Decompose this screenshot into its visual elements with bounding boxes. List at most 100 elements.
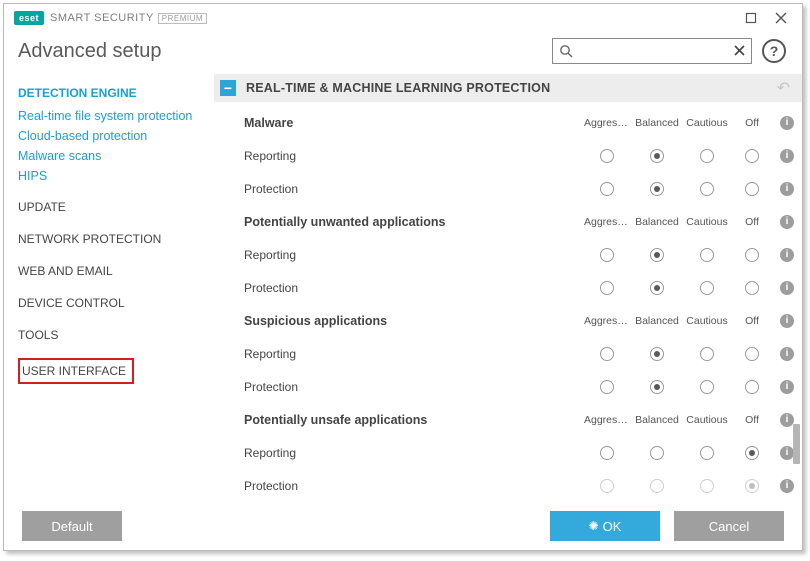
radio-option[interactable] <box>700 248 714 262</box>
ok-button[interactable]: ✺ OK <box>550 511 660 541</box>
row-label: Reporting <box>244 347 582 361</box>
radio-option[interactable] <box>700 281 714 295</box>
group-label: Malware <box>244 116 582 130</box>
column-header: Balanced <box>632 117 682 129</box>
default-button[interactable]: Default <box>22 511 122 541</box>
radio-option[interactable] <box>600 347 614 361</box>
column-header: Off <box>732 315 772 327</box>
minus-icon: − <box>224 80 232 96</box>
column-header: Cautious <box>682 315 732 327</box>
column-header: Balanced <box>632 414 682 426</box>
column-header: Balanced <box>632 315 682 327</box>
radio-option[interactable] <box>650 380 664 394</box>
column-header: Aggress... <box>582 414 632 426</box>
radio-option[interactable] <box>745 347 759 361</box>
scrollbar-thumb[interactable] <box>793 424 800 464</box>
radio-option <box>600 479 614 493</box>
sidebar-sub-cloud-based-protection[interactable]: Cloud-based protection <box>18 126 214 146</box>
radio-option[interactable] <box>600 149 614 163</box>
sidebar-sub-malware-scans[interactable]: Malware scans <box>18 146 214 166</box>
row-label: Protection <box>244 479 582 493</box>
ok-label: OK <box>603 519 622 534</box>
radio-option[interactable] <box>650 281 664 295</box>
close-button[interactable] <box>766 8 796 28</box>
sidebar-sub-hips[interactable]: HIPS <box>18 166 214 186</box>
column-header: Off <box>732 117 772 129</box>
radio-option[interactable] <box>650 182 664 196</box>
undo-icon[interactable]: ↶ <box>777 78 790 98</box>
radio-option[interactable] <box>650 347 664 361</box>
help-button[interactable]: ? <box>762 39 786 63</box>
column-header: Cautious <box>682 414 732 426</box>
main-panel: − REAL-TIME & MACHINE LEARNING PROTECTIO… <box>214 74 802 502</box>
row-label: Reporting <box>244 446 582 460</box>
radio-option[interactable] <box>700 446 714 460</box>
radio-option[interactable] <box>700 149 714 163</box>
row-label: Reporting <box>244 248 582 262</box>
sidebar-cat-user-interface[interactable]: USER INTERFACE <box>18 358 134 384</box>
row-label: Protection <box>244 281 582 295</box>
radio-option <box>745 479 759 493</box>
section-header: − REAL-TIME & MACHINE LEARNING PROTECTIO… <box>214 74 802 102</box>
radio-option <box>700 479 714 493</box>
column-header: Off <box>732 414 772 426</box>
collapse-button[interactable]: − <box>220 80 236 96</box>
column-header: Off <box>732 216 772 228</box>
radio-option[interactable] <box>600 248 614 262</box>
close-icon <box>775 12 787 24</box>
column-header: Aggress... <box>582 117 632 129</box>
radio-option[interactable] <box>650 248 664 262</box>
square-icon <box>745 12 757 24</box>
sidebar-cat-web-and-email[interactable]: WEB AND EMAIL <box>18 258 214 284</box>
radio-option[interactable] <box>700 347 714 361</box>
search-clear-button[interactable] <box>732 43 747 59</box>
radio-option[interactable] <box>745 380 759 394</box>
search-box[interactable] <box>552 38 752 64</box>
radio-option[interactable] <box>700 182 714 196</box>
search-input[interactable] <box>573 44 732 58</box>
minimize-button[interactable] <box>736 8 766 28</box>
body: DETECTION ENGINE Real-time file system p… <box>4 74 802 502</box>
group-label: Potentially unsafe applications <box>244 413 582 427</box>
radio-option[interactable] <box>745 446 759 460</box>
radio-option[interactable] <box>600 446 614 460</box>
radio-option[interactable] <box>745 149 759 163</box>
radio-option[interactable] <box>600 380 614 394</box>
column-header: Cautious <box>682 216 732 228</box>
radio-option <box>650 479 664 493</box>
row-label: Reporting <box>244 149 582 163</box>
cancel-button[interactable]: Cancel <box>674 511 784 541</box>
sidebar-cat-detection-engine[interactable]: DETECTION ENGINE <box>18 80 214 106</box>
sidebar-cat-update[interactable]: UPDATE <box>18 194 214 220</box>
column-header: Aggress... <box>582 216 632 228</box>
product-name: SMART SECURITY <box>50 12 154 24</box>
row-label: Protection <box>244 182 582 196</box>
column-header: Aggress... <box>582 315 632 327</box>
app-window: eset SMART SECURITY PREMIUM Advanced set… <box>3 3 803 551</box>
group-label: Potentially unwanted applications <box>244 215 582 229</box>
scrollbar[interactable] <box>792 104 800 502</box>
titlebar: eset SMART SECURITY PREMIUM <box>4 4 802 32</box>
header-row: Advanced setup ? <box>4 32 802 74</box>
radio-option[interactable] <box>650 446 664 460</box>
radio-option[interactable] <box>650 149 664 163</box>
sidebar-sub-real-time-file-system-protection[interactable]: Real-time file system protection <box>18 106 214 126</box>
gear-icon: ✺ <box>589 519 599 533</box>
radio-option[interactable] <box>600 281 614 295</box>
radio-option[interactable] <box>745 281 759 295</box>
sidebar-cat-device-control[interactable]: DEVICE CONTROL <box>18 290 214 316</box>
radio-option[interactable] <box>700 380 714 394</box>
radio-option[interactable] <box>600 182 614 196</box>
sidebar: DETECTION ENGINE Real-time file system p… <box>4 74 214 502</box>
radio-option[interactable] <box>745 248 759 262</box>
edition-badge: PREMIUM <box>158 13 207 24</box>
search-icon <box>559 44 573 58</box>
radio-option[interactable] <box>745 182 759 196</box>
sidebar-cat-network-protection[interactable]: NETWORK PROTECTION <box>18 226 214 252</box>
group-label: Suspicious applications <box>244 314 582 328</box>
row-label: Protection <box>244 380 582 394</box>
x-icon <box>734 45 745 56</box>
settings-grid: MalwareAggress...BalancedCautiousOffiRep… <box>214 102 802 502</box>
question-icon: ? <box>770 43 779 59</box>
sidebar-cat-tools[interactable]: TOOLS <box>18 322 214 348</box>
